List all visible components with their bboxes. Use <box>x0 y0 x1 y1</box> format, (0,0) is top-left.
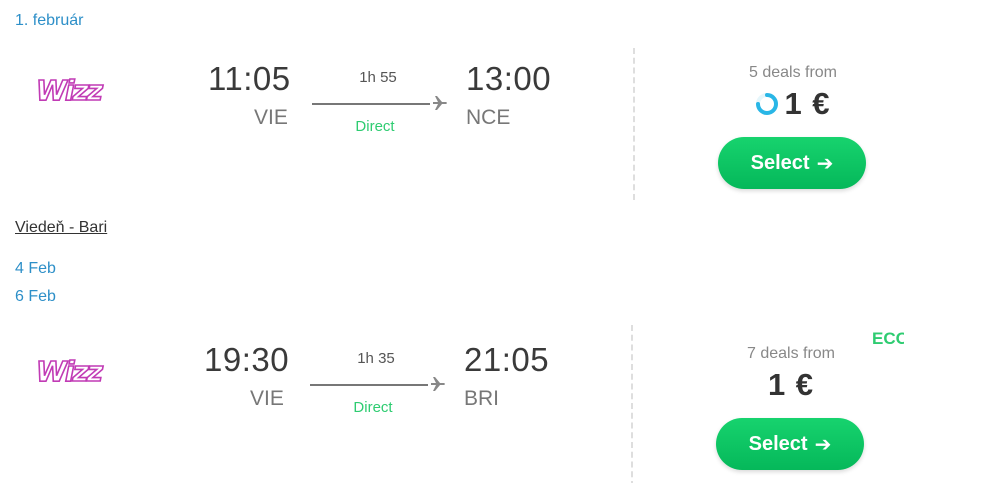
route-line <box>310 384 428 386</box>
plane-icon <box>432 95 448 111</box>
date-link-1-februar[interactable]: 1. február <box>15 12 83 30</box>
svg-text:Wizz: Wizz <box>36 74 104 107</box>
arrival-time: 21:05 <box>464 341 550 378</box>
price: 1 € <box>784 86 831 121</box>
select-button[interactable]: Select ➔ <box>716 418 864 470</box>
departure-time: 19:30 <box>204 341 290 378</box>
eco-badge: ECO <box>872 329 904 348</box>
arrival-time: 13:00 <box>466 60 552 97</box>
deals-count: 5 deals from <box>748 64 838 81</box>
price: 1 € <box>767 367 815 402</box>
select-button-label: Select <box>750 151 810 174</box>
date-link-6-feb[interactable]: 6 Feb <box>15 288 56 306</box>
arrow-right-icon: ➔ <box>814 433 832 456</box>
arrival-airport: NCE <box>466 106 511 129</box>
wizz-logo: Wizz <box>32 351 112 391</box>
flight-duration: 1h 35 <box>357 350 395 367</box>
svg-text:Wizz: Wizz <box>36 355 104 388</box>
departure-time: 11:05 <box>208 60 291 97</box>
departure-airport: VIE <box>250 387 284 410</box>
date-link-4-feb[interactable]: 4 Feb <box>15 260 56 278</box>
divider <box>633 48 635 200</box>
deals-count: 7 deals from <box>746 345 836 362</box>
flight-card: Wizz 19:30 VIE 1h 35 Direct 21:05 BRI EC… <box>0 321 987 483</box>
stops-label: Direct <box>355 118 395 135</box>
select-button-label: Select <box>748 432 808 455</box>
divider <box>631 325 633 483</box>
route-link[interactable]: Viedeň - Bari <box>15 219 107 237</box>
arrow-right-icon: ➔ <box>816 152 834 175</box>
route-line <box>312 103 430 105</box>
select-button[interactable]: Select ➔ <box>718 137 866 189</box>
flight-card: Wizz 11:05 VIE 1h 55 Direct 13:00 NCE 5 … <box>0 40 987 200</box>
wizz-logo: Wizz <box>32 70 112 110</box>
arrival-airport: BRI <box>464 387 500 410</box>
departure-airport: VIE <box>254 106 288 129</box>
loading-spinner-icon <box>755 92 779 116</box>
price-container: 1 € <box>716 367 866 403</box>
flight-duration: 1h 55 <box>359 69 397 86</box>
plane-icon <box>430 376 446 392</box>
price-container: 1 € <box>718 86 868 122</box>
stops-label: Direct <box>353 399 393 416</box>
